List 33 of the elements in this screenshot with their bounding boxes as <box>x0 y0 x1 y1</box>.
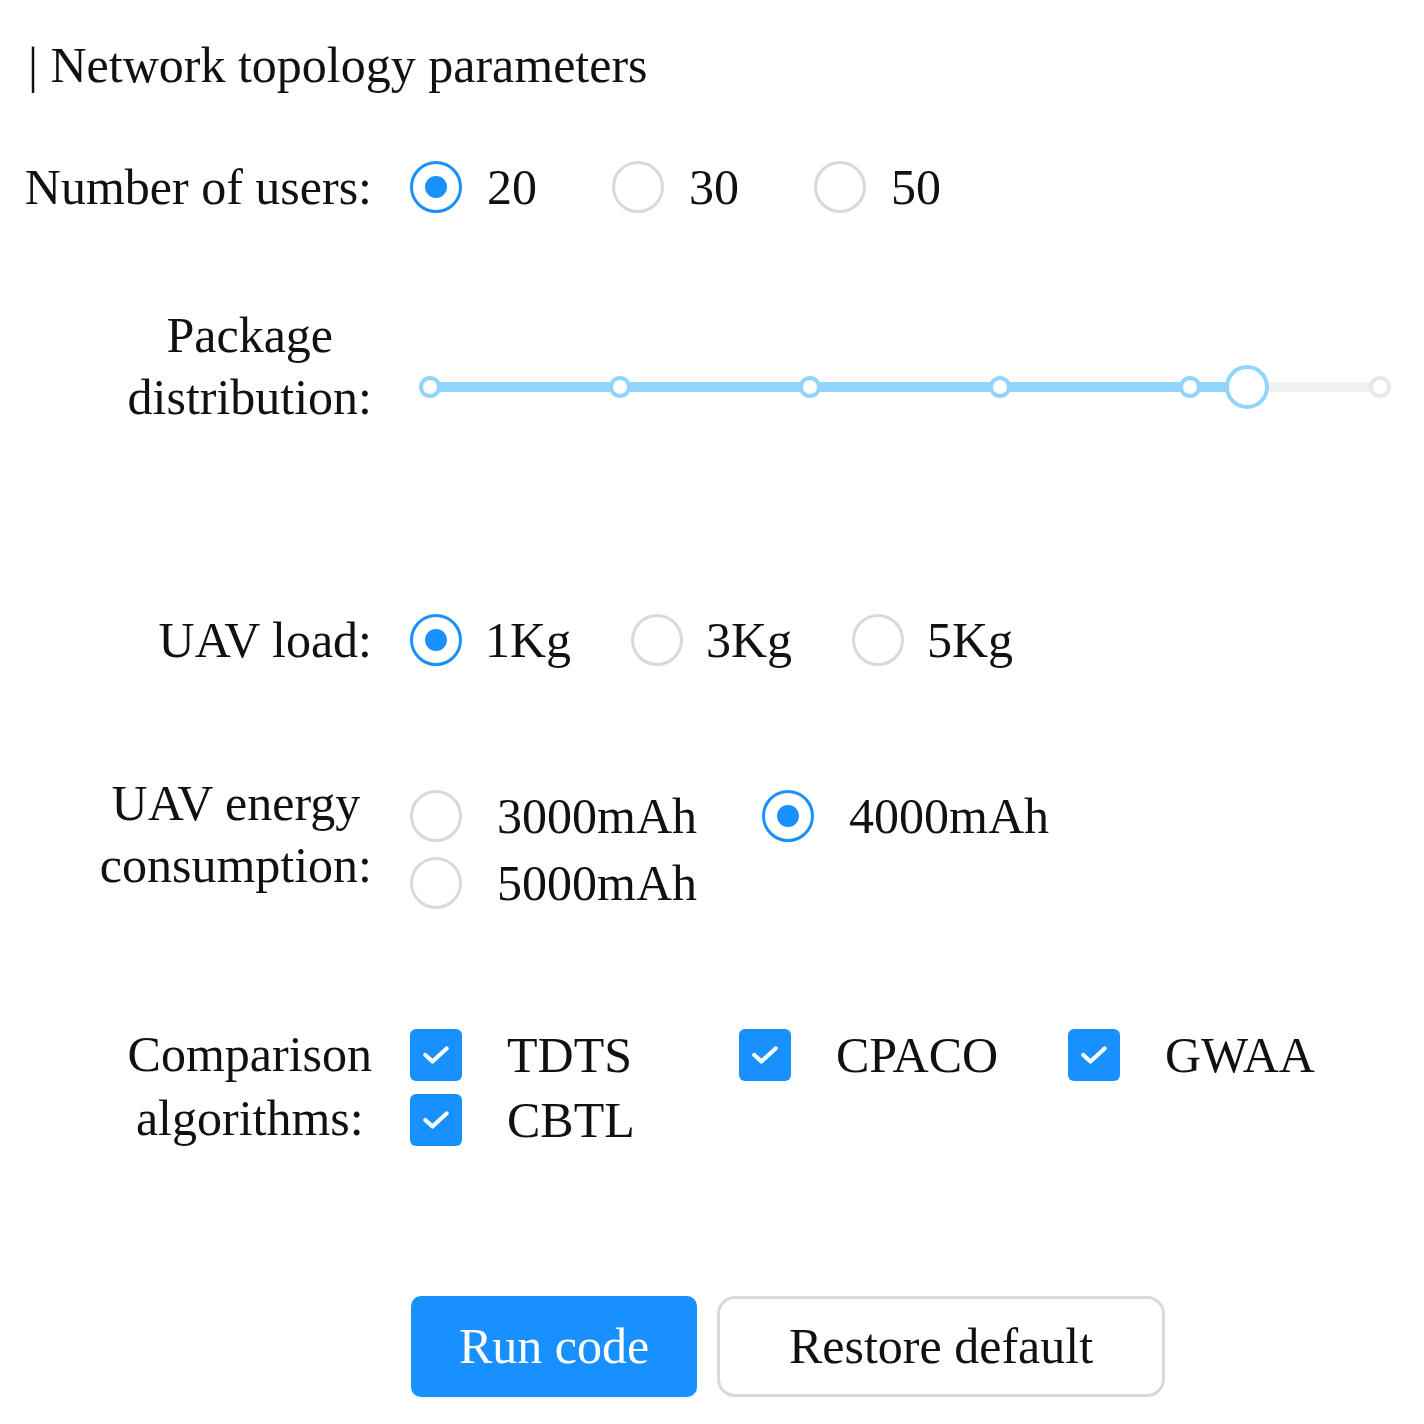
radio-label: 5Kg <box>927 612 1014 668</box>
slider-thumb[interactable] <box>1225 365 1269 409</box>
radio-label: 5000mAh <box>497 854 697 911</box>
radio-label: 50 <box>891 159 941 215</box>
field-label: UAV energy consumption: <box>99 774 372 895</box>
radio-label: 3Kg <box>706 612 793 668</box>
checkbox-label: CPACO <box>836 1026 999 1083</box>
slider-track[interactable] <box>418 365 1392 409</box>
radio-label: 20 <box>487 159 537 215</box>
check-icon <box>423 1044 449 1065</box>
check-icon <box>752 1044 778 1065</box>
field-label: UAV load: <box>158 611 372 670</box>
field-label: Number of users: <box>24 158 372 217</box>
checkbox[interactable] <box>410 1093 462 1146</box>
check-icon <box>423 1109 449 1130</box>
section-title: | Network topology parameters <box>28 36 648 95</box>
checkbox[interactable] <box>739 1028 791 1081</box>
field-label: Package distribution: <box>127 306 372 427</box>
checkbox-label: TDTS <box>507 1026 632 1083</box>
checkbox[interactable] <box>1068 1028 1120 1081</box>
radio-button[interactable] <box>762 789 814 842</box>
radio-label: 30 <box>689 159 739 215</box>
radio-button[interactable] <box>410 614 462 666</box>
radio-label: 3000mAh <box>497 787 697 844</box>
radio-label: 1Kg <box>485 612 572 668</box>
radio-button[interactable] <box>410 161 462 213</box>
radio-label: 4000mAh <box>849 787 1049 844</box>
checkbox-label: GWAA <box>1165 1026 1315 1083</box>
restore-button[interactable]: Restore default <box>717 1296 1165 1397</box>
checkbox-label: CBTL <box>507 1091 635 1148</box>
check-icon <box>1081 1044 1107 1065</box>
field-label: Comparison algorithms: <box>127 1025 372 1148</box>
checkbox[interactable] <box>410 1028 462 1081</box>
